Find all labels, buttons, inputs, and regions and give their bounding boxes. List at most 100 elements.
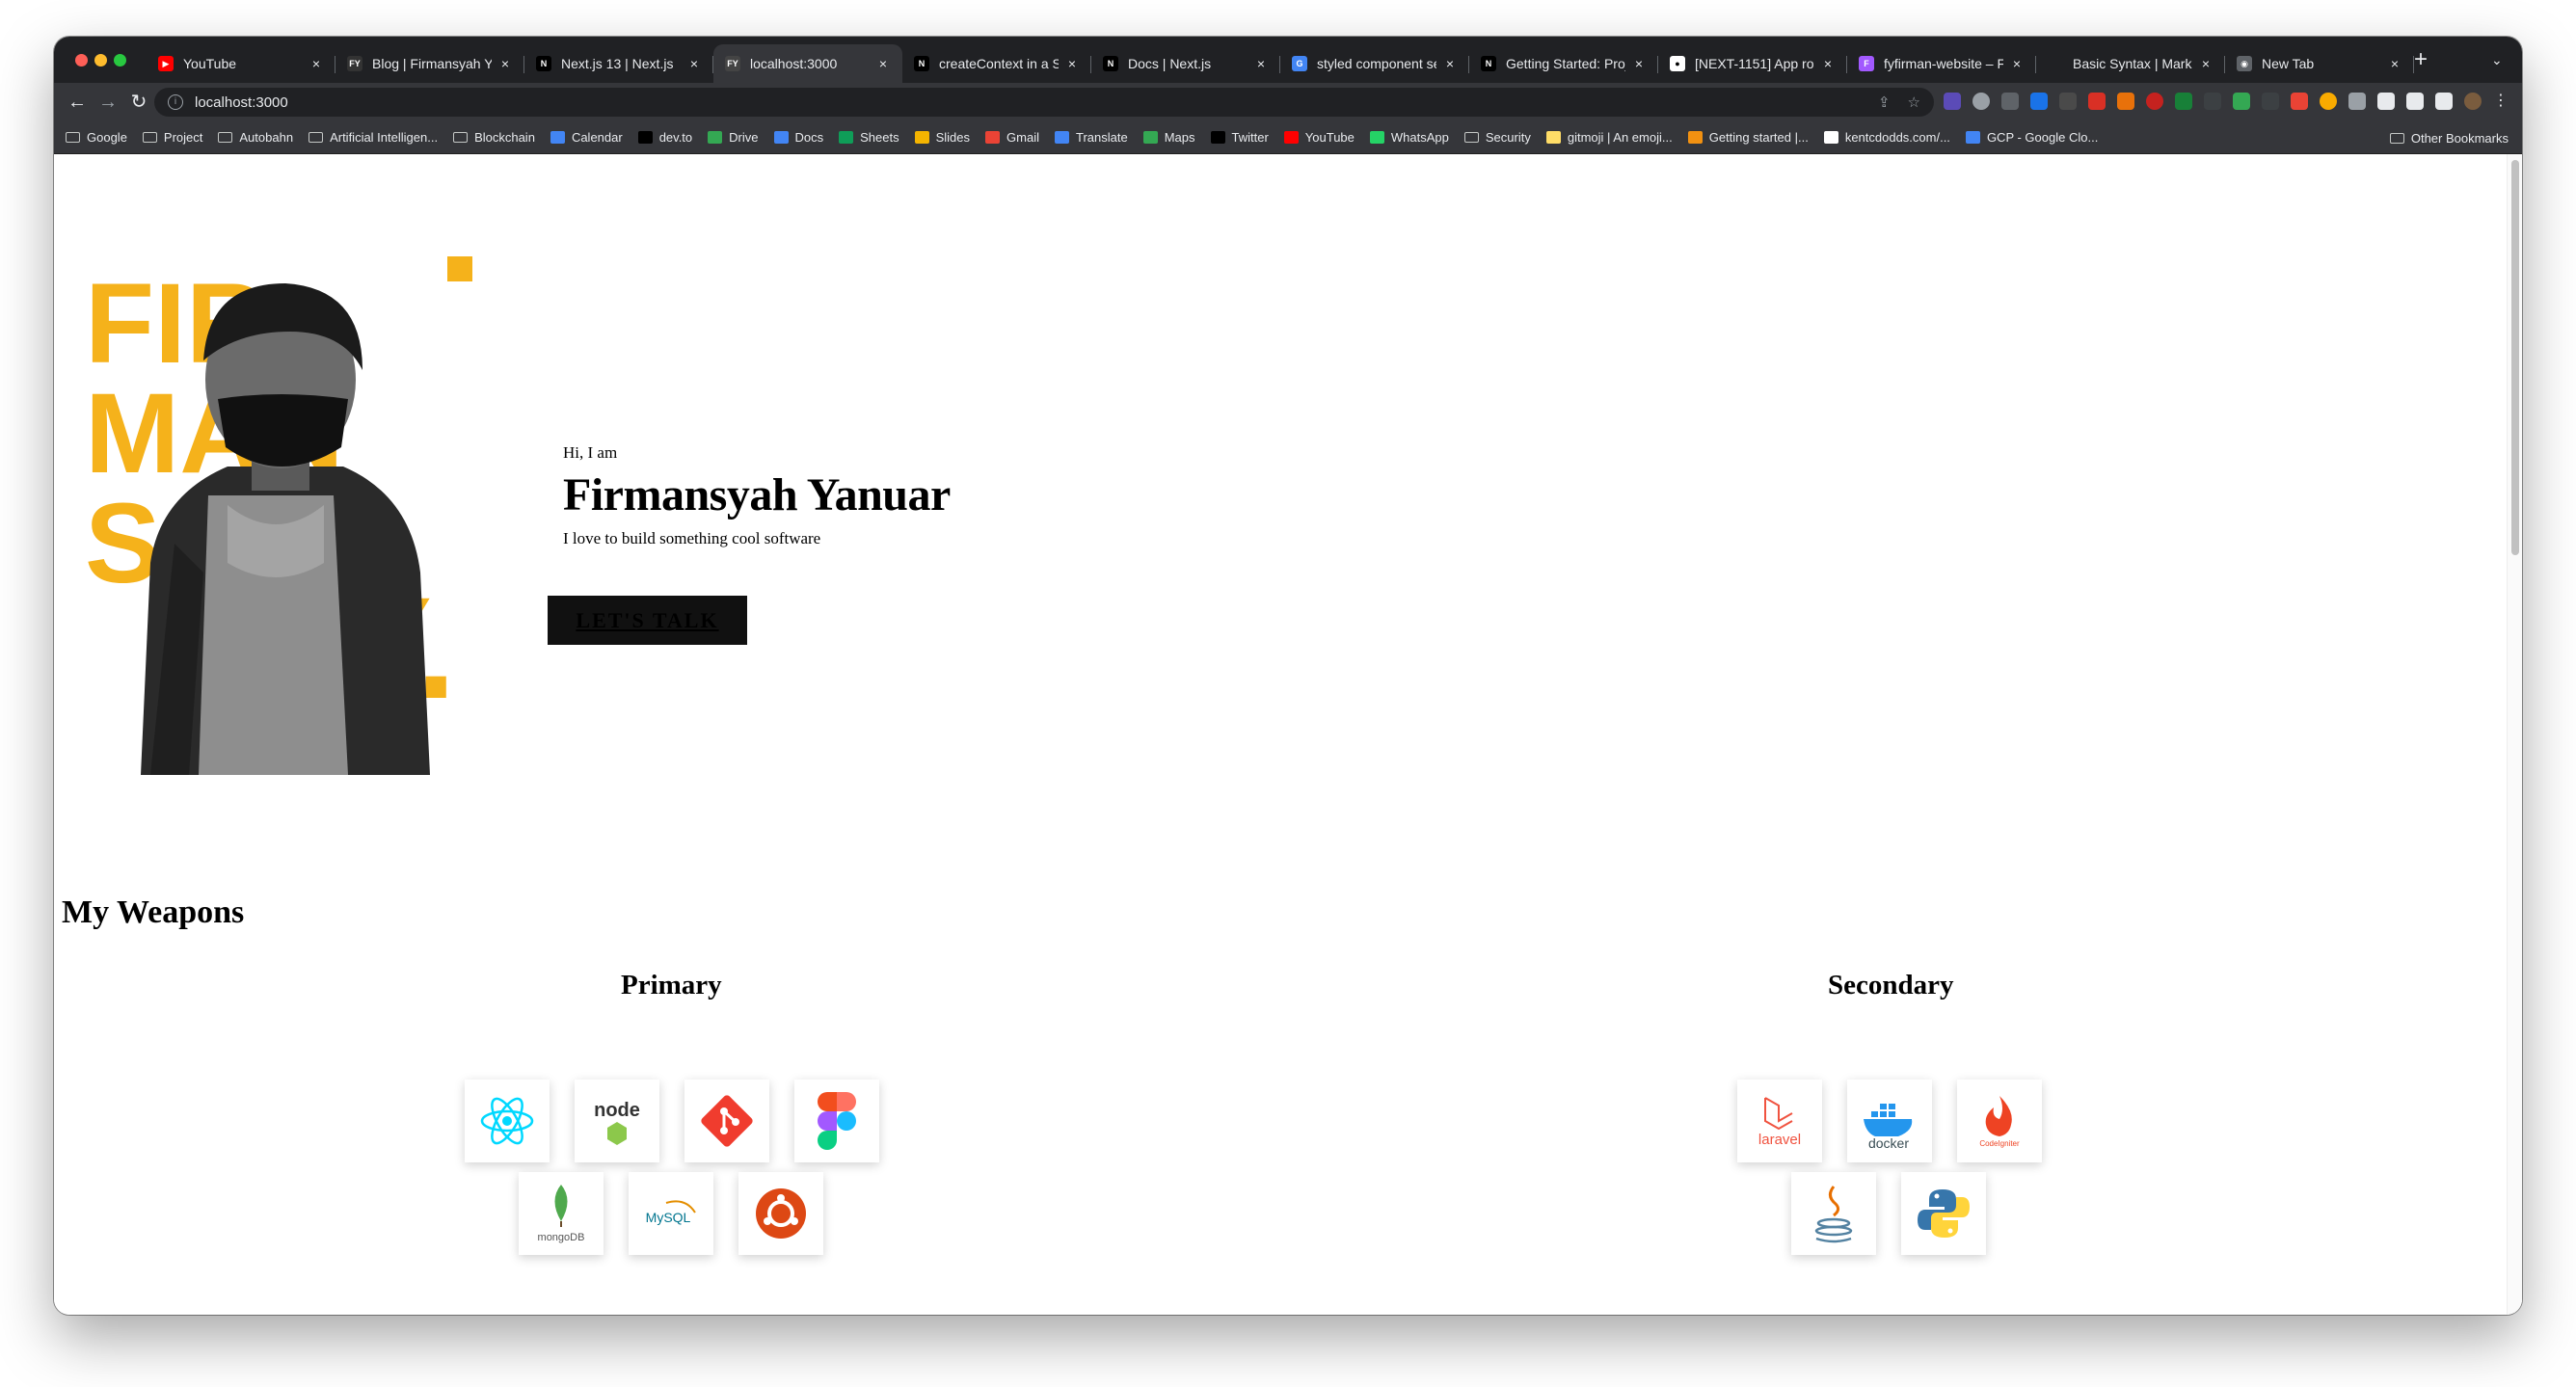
bookmark-item[interactable]: Google <box>66 130 127 145</box>
browser-tab[interactable]: Basic Syntax | Markdown × <box>2036 44 2225 83</box>
close-tab-icon[interactable]: × <box>2009 56 2025 71</box>
scrollbar-thumb[interactable] <box>2511 160 2519 555</box>
bookmark-item[interactable]: Getting started |... <box>1687 130 1809 145</box>
bookmark-item[interactable]: Artificial Intelligen... <box>309 130 438 145</box>
bookmark-item[interactable]: dev.to <box>637 130 692 145</box>
extension-icon[interactable] <box>1944 93 1961 110</box>
share-icon[interactable]: ⇪ <box>1878 93 1891 111</box>
extension-icon[interactable] <box>2030 93 2048 110</box>
extension-icon[interactable] <box>2175 93 2192 110</box>
site-info-icon[interactable]: i <box>168 94 183 110</box>
bookmark-item[interactable]: Sheets <box>839 130 899 145</box>
browser-tab[interactable]: N Docs | Next.js × <box>1091 44 1280 83</box>
lets-talk-button[interactable]: LET'S TALK <box>548 596 747 645</box>
extension-icon[interactable] <box>2001 93 2019 110</box>
bookmark-item[interactable]: Slides <box>914 130 970 145</box>
page-viewport: FIR MAN S Y. Hi, I am Firmansyah Yanuar <box>54 154 2522 1315</box>
close-tab-icon[interactable]: × <box>686 56 702 71</box>
bookmark-item[interactable]: Gmail <box>985 130 1039 145</box>
close-tab-icon[interactable]: × <box>309 56 324 71</box>
extension-icon[interactable] <box>2320 93 2337 110</box>
close-tab-icon[interactable]: × <box>1631 56 1647 71</box>
extension-icon[interactable] <box>1972 93 1990 110</box>
back-arrow-icon[interactable]: ← <box>66 91 89 114</box>
tab-search-chevron-icon[interactable]: ⌄ <box>2491 52 2503 68</box>
browser-tab[interactable]: ▶ YouTube × <box>147 44 335 83</box>
reading-list-icon[interactable] <box>2406 93 2424 110</box>
close-tab-icon[interactable]: × <box>1253 56 1269 71</box>
browser-tab[interactable]: Gstyled component server × <box>1280 44 1469 83</box>
bookmark-item[interactable]: Docs <box>773 130 823 145</box>
bookmark-item[interactable]: WhatsApp <box>1369 130 1449 145</box>
browser-tab[interactable]: FY Blog | Firmansyah Yanuar × <box>335 44 524 83</box>
extension-icon[interactable] <box>2117 93 2134 110</box>
mongodb-icon: mongoDB <box>538 1185 584 1243</box>
browser-tab[interactable]: Ffyfirman-website – Figma × <box>1847 44 2036 83</box>
browser-tab[interactable]: FY localhost:3000 × <box>713 44 902 83</box>
bookmark-item[interactable]: Security <box>1463 130 1531 145</box>
address-bar-url: localhost:3000 <box>195 93 288 111</box>
close-window-button[interactable] <box>75 54 88 67</box>
extension-icon[interactable] <box>2348 93 2366 110</box>
close-tab-icon[interactable]: × <box>2198 56 2214 71</box>
close-tab-icon[interactable]: × <box>875 56 891 71</box>
other-bookmarks[interactable]: Other Bookmarks <box>2389 131 2509 146</box>
bookmark-label: Maps <box>1164 130 1195 145</box>
bookmark-item[interactable]: YouTube <box>1283 130 1355 145</box>
close-tab-icon[interactable]: × <box>2387 56 2402 71</box>
close-tab-icon[interactable]: × <box>497 56 513 71</box>
close-tab-icon[interactable]: × <box>1064 56 1080 71</box>
bookmark-item[interactable]: Drive <box>708 130 759 145</box>
minimize-window-button[interactable] <box>94 54 107 67</box>
bookmark-item[interactable]: Translate <box>1054 130 1128 145</box>
bookmark-item[interactable]: gitmoji | An emoji... <box>1545 130 1673 145</box>
bookmark-label: WhatsApp <box>1390 130 1449 145</box>
close-tab-icon[interactable]: × <box>1820 56 1836 71</box>
bookmark-label: Drive <box>729 130 759 145</box>
bookmark-item[interactable]: GCP - Google Clo... <box>1965 130 2098 145</box>
browser-tab[interactable]: N Next.js 13 | Next.js × <box>524 44 713 83</box>
reload-icon[interactable]: ↻ <box>127 91 150 114</box>
extension-icon[interactable] <box>2088 93 2106 110</box>
tab-title: [NEXT-1151] App router <box>1695 56 1814 71</box>
tab-title: Basic Syntax | Markdown <box>2073 56 2192 71</box>
extension-icon[interactable] <box>2291 93 2308 110</box>
extension-icon[interactable] <box>2262 93 2279 110</box>
site-favicon-icon <box>985 131 1001 144</box>
docker-icon: docker <box>1864 1104 1913 1150</box>
bookmark-item[interactable]: kentcdodds.com/... <box>1823 130 1950 145</box>
forward-arrow-icon[interactable]: → <box>96 91 120 114</box>
extension-icon[interactable] <box>2204 93 2221 110</box>
bookmark-label: Security <box>1485 130 1531 145</box>
new-tab-button[interactable]: + <box>2414 48 2428 71</box>
puzzle-icon[interactable] <box>2377 93 2395 110</box>
menu-kebab-icon[interactable]: ⋮ <box>2493 93 2509 110</box>
tab-title: Docs | Next.js <box>1128 56 1212 71</box>
bookmark-item[interactable]: Maps <box>1142 130 1195 145</box>
browser-tab[interactable]: ◉ New Tab × <box>2225 44 2414 83</box>
close-tab-icon[interactable]: × <box>1442 56 1458 71</box>
extension-icon[interactable] <box>2146 93 2163 110</box>
maximize-window-button[interactable] <box>114 54 126 67</box>
address-bar[interactable]: i localhost:3000 ⇪ ☆ <box>154 88 1934 117</box>
site-favicon-icon <box>550 131 565 144</box>
bookmark-item[interactable]: Project <box>142 130 202 145</box>
profile-avatar[interactable] <box>2464 93 2482 110</box>
bookmark-item[interactable]: Twitter <box>1210 130 1269 145</box>
extension-icon[interactable] <box>2233 93 2250 110</box>
tab-title: styled component server <box>1317 56 1436 71</box>
laravel-icon: laravel <box>1758 1097 1801 1148</box>
nodejs-logo-text: node <box>594 1100 640 1121</box>
folder-icon <box>453 132 469 143</box>
page-scrollbar[interactable] <box>2507 154 2522 1315</box>
extension-icon[interactable] <box>2059 93 2077 110</box>
bookmark-label: Calendar <box>571 130 623 145</box>
bookmark-item[interactable]: Calendar <box>550 130 623 145</box>
side-panel-icon[interactable] <box>2435 93 2453 110</box>
bookmark-item[interactable]: Blockchain <box>453 130 535 145</box>
bookmark-item[interactable]: Autobahn <box>218 130 293 145</box>
bookmark-star-icon[interactable]: ☆ <box>1908 93 1920 111</box>
browser-tab[interactable]: ● [NEXT-1151] App router × <box>1658 44 1847 83</box>
browser-tab[interactable]: NcreateContext in a Server × <box>902 44 1091 83</box>
browser-tab[interactable]: N Getting Started: Project × <box>1469 44 1658 83</box>
